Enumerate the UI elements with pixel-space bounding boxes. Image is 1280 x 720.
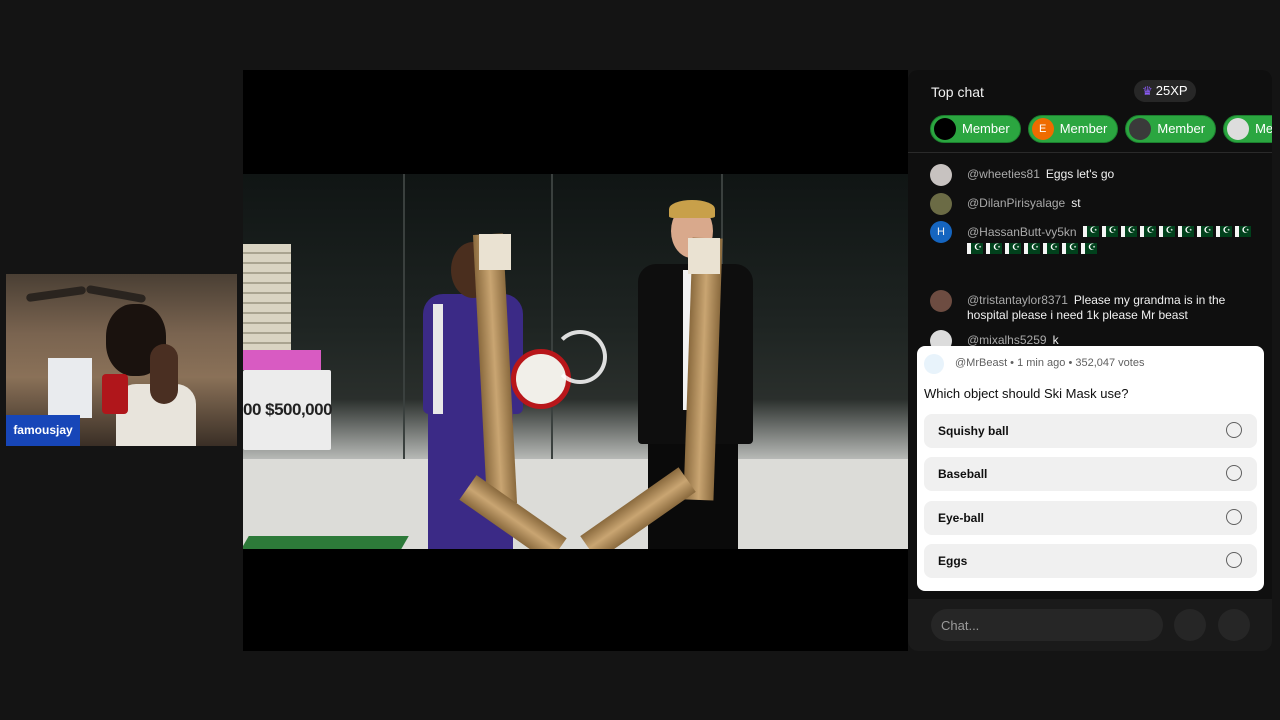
member-avatar: [1227, 117, 1250, 140]
prize-sign-text: 00 $500,000: [243, 400, 333, 419]
pakistan-flag-icon: [1005, 240, 1021, 255]
poll-option-label: Eye-ball: [938, 511, 985, 525]
poll-option[interactable]: Squishy ball: [924, 414, 1257, 448]
chat-author[interactable]: @HassanButt-vy5kn: [967, 225, 1077, 239]
chat-message: @DilanPirisyalage st: [930, 193, 1260, 215]
chat-input[interactable]: [931, 609, 1163, 641]
avatar[interactable]: [930, 290, 952, 312]
money-stack: [243, 244, 291, 364]
pakistan-flag-icon: [1215, 223, 1232, 238]
chat-author[interactable]: @wheeties81: [967, 167, 1040, 181]
streamer-name-label: famousjay: [6, 415, 80, 446]
chat-input-bar: [908, 599, 1272, 651]
live-chat-panel: Top chat ♛25XP Member E Member Member Mem @w…: [908, 70, 1272, 651]
chat-author[interactable]: @DilanPirisyalage: [967, 196, 1065, 210]
member-chip[interactable]: Member: [930, 115, 1021, 143]
pakistan-flag-icon: [1101, 223, 1118, 238]
poll-option-label: Eggs: [938, 554, 968, 568]
chat-author[interactable]: @tristantaylor8371: [967, 293, 1068, 307]
chat-text: Eggs let's go: [1045, 167, 1115, 181]
poll-option[interactable]: Baseball: [924, 457, 1257, 491]
pink-ledge: [243, 350, 321, 370]
radio-icon[interactable]: [1226, 509, 1242, 525]
glass-divider: [551, 174, 553, 464]
member-chip-label: Mem: [1255, 121, 1272, 136]
pakistan-flag-icon: [1082, 223, 1099, 238]
chat-message: @tristantaylor8371 Please my grandma is i…: [930, 290, 1260, 323]
poll-option[interactable]: Eggs: [924, 544, 1257, 578]
green-turf: [243, 536, 409, 549]
slingshot-left-cap: [479, 234, 511, 270]
member-chips-row: Member E Member Member Mem: [930, 115, 1272, 143]
poll-option[interactable]: Eye-ball: [924, 501, 1257, 535]
member-avatar: [1129, 117, 1152, 140]
poll-card: @MrBeast • 1 min ago • 352,047 votes Whi…: [917, 346, 1264, 591]
poll-option-label: Squishy ball: [938, 424, 1009, 438]
pakistan-flag-icon: [1158, 223, 1175, 238]
chat-message: @wheeties81 Eggs let's go: [930, 164, 1260, 186]
member-chip[interactable]: E Member: [1027, 115, 1119, 143]
chat-message-list[interactable]: @wheeties81 Eggs let's go @DilanPirisyala…: [908, 153, 1272, 353]
pakistan-flag-icon: [1139, 223, 1156, 238]
pakistan-flag-icon: [1196, 223, 1213, 238]
avatar[interactable]: [930, 164, 952, 186]
radio-icon[interactable]: [1226, 422, 1242, 438]
member-chip-label: Member: [962, 121, 1010, 136]
xp-badge[interactable]: ♛ 25XP: [1134, 80, 1196, 102]
crown-icon: ♛: [1142, 84, 1153, 98]
pakistan-flag-icon: [1177, 223, 1194, 238]
pakistan-flag-icon: [1024, 240, 1040, 255]
pakistan-flag-icon: [1234, 223, 1251, 238]
xp-badge-label: 25XP: [1155, 83, 1188, 98]
member-chip-label: Member: [1157, 121, 1206, 136]
emoji-button[interactable]: [1174, 609, 1206, 641]
chat-mode-title[interactable]: Top chat: [931, 84, 984, 100]
poll-option-label: Baseball: [938, 467, 988, 481]
member-avatar: [934, 117, 956, 140]
red-cup: [102, 374, 128, 414]
pakistan-flag-icon: [1043, 240, 1059, 255]
poll-question: Which object should Ski Mask use?: [924, 386, 1129, 401]
pakistan-flag-icon: [1062, 240, 1078, 255]
video-player[interactable]: 00 $500,000: [243, 70, 908, 651]
chat-author[interactable]: @mixalhs5259: [967, 333, 1047, 347]
member-chip[interactable]: Mem: [1223, 115, 1272, 143]
super-chat-button[interactable]: [1218, 609, 1250, 641]
pakistan-flag-icon: [986, 240, 1002, 255]
webcam-overlay: famousjay: [6, 274, 237, 446]
chat-text: st: [1071, 196, 1081, 210]
chat-message: H @HassanButt-vy5kn: [930, 221, 1260, 258]
window: [48, 358, 92, 418]
avatar[interactable]: [930, 193, 952, 215]
chat-text: k: [1052, 333, 1059, 347]
pakistan-flag-icon: [1120, 223, 1137, 238]
avatar[interactable]: H: [930, 221, 952, 243]
pakistan-flag-icon: [1081, 240, 1097, 255]
radio-icon[interactable]: [1226, 552, 1242, 568]
member-chip[interactable]: Member: [1125, 115, 1217, 143]
slingshot-right-cap: [688, 238, 720, 274]
pakistan-flag-icon: [967, 240, 983, 255]
radio-icon[interactable]: [1226, 465, 1242, 481]
member-chip-label: Member: [1059, 121, 1108, 136]
loading-spinner-icon: [553, 330, 607, 384]
mrbeast-avatar[interactable]: [924, 354, 944, 374]
member-avatar: E: [1031, 117, 1054, 140]
poll-meta: @MrBeast • 1 min ago • 352,047 votes: [955, 357, 1145, 369]
streamer: [96, 304, 206, 446]
